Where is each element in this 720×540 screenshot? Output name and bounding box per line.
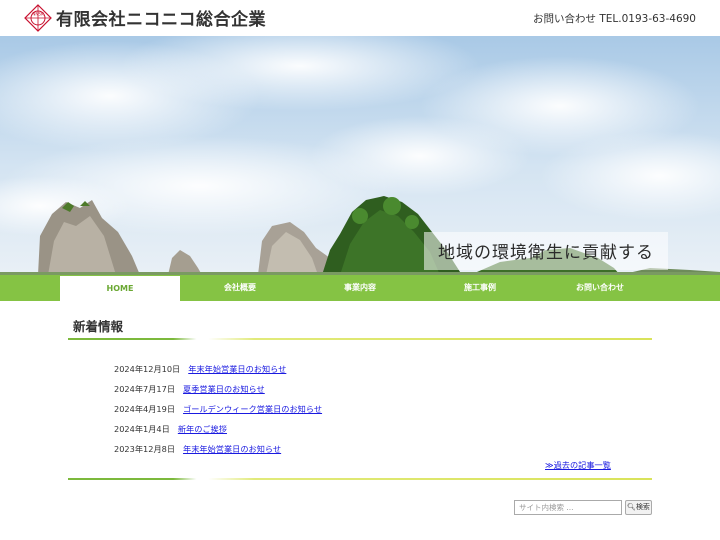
hero-banner: 地域の環境衛生に貢献する (0, 36, 720, 275)
archive-link[interactable]: ≫過去の記事一覧 (545, 459, 611, 471)
news-item: 2024年7月17日 夏季営業日のお知らせ (114, 383, 265, 395)
news-item: 2024年12月10日 年末年始営業日のお知らせ (114, 363, 286, 375)
nav-item-home[interactable]: HOME (60, 275, 180, 301)
news-date: 2024年1月4日 (114, 424, 170, 434)
news-date: 2023年12月8日 (114, 444, 176, 454)
nikoniko-logo-icon[interactable]: NNSK (24, 4, 52, 32)
nav-item-company-profile[interactable]: 会社概要 (180, 275, 300, 301)
contact-phone: お問い合わせ TEL.0193-63-4690 (533, 13, 696, 25)
news-item: 2024年1月4日 新年のご挨拶 (114, 423, 227, 435)
news-date: 2024年7月17日 (114, 384, 176, 394)
news-link[interactable]: ゴールデンウィーク営業日のお知らせ (183, 404, 322, 414)
news-date: 2024年12月10日 (114, 364, 181, 374)
news-divider-top (68, 338, 652, 340)
site-header: NNSK 有限会社ニコニコ総合企業 お問い合わせ TEL.0193-63-469… (0, 0, 720, 36)
news-item: 2024年4月19日 ゴールデンウィーク営業日のお知らせ (114, 403, 322, 415)
site-search-input[interactable] (514, 500, 622, 515)
nav-item-contact[interactable]: お問い合わせ (540, 275, 660, 301)
news-link[interactable]: 夏季営業日のお知らせ (183, 384, 265, 394)
news-heading: 新着情報 (73, 319, 124, 334)
nav-item-case-studies[interactable]: 施工事例 (420, 275, 540, 301)
news-item: 2023年12月8日 年末年始営業日のお知らせ (114, 443, 281, 455)
news-date: 2024年4月19日 (114, 404, 176, 414)
news-link[interactable]: 年末年始営業日のお知らせ (188, 364, 286, 374)
news-link[interactable]: 年末年始営業日のお知らせ (183, 444, 281, 454)
hero-tagline: 地域の環境衛生に貢献する (438, 243, 654, 263)
company-name[interactable]: 有限会社ニコニコ総合企業 (56, 5, 266, 30)
news-divider-bottom (68, 478, 652, 480)
search-icon: 🔍︎ (627, 503, 636, 511)
main-navigation: HOME 会社概要 事業内容 施工事例 お問い合わせ (0, 275, 720, 301)
search-button[interactable]: 🔍︎検索 (625, 500, 652, 515)
news-link[interactable]: 新年のご挨拶 (178, 424, 227, 434)
search-button-label: 検索 (635, 503, 650, 511)
svg-text:NNSK: NNSK (32, 12, 44, 17)
nav-item-business[interactable]: 事業内容 (300, 275, 420, 301)
